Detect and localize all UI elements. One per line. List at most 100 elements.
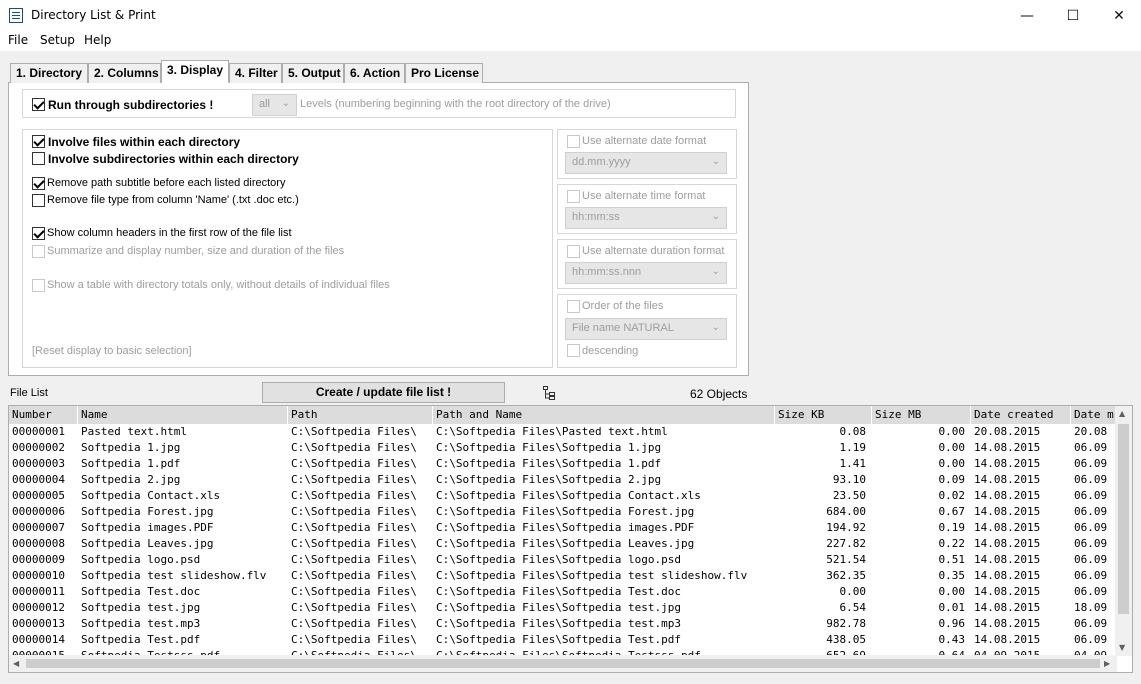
column-header[interactable]: Path and Name <box>433 406 775 424</box>
show-headers-checkbox[interactable] <box>32 227 45 240</box>
menu-setup[interactable]: Setup <box>40 33 75 47</box>
table-row[interactable]: 00000013 Softpedia test.mp3 C:\Softpedia F… <box>9 616 1117 632</box>
involve-files-checkbox[interactable] <box>32 135 45 148</box>
table-cell: 1.41 <box>839 457 867 470</box>
table-cell: 06.09 <box>1074 569 1108 582</box>
table-cell: 0.08 <box>839 425 867 438</box>
table-cell: 14.08.2015 <box>974 457 1041 470</box>
table-cell: 14.08.2015 <box>974 521 1041 534</box>
scroll-right-icon[interactable]: ▶ <box>1104 659 1110 668</box>
order-files-checkbox[interactable] <box>567 300 580 313</box>
table-row[interactable]: 00000008 Softpedia Leaves.jpg C:\Softpedia… <box>9 536 1117 552</box>
involve-files-label: Involve files within each directory <box>48 135 241 149</box>
tab-pro-license[interactable]: Pro License <box>405 63 483 83</box>
subdirectories-checkbox[interactable] <box>32 98 45 111</box>
vertical-scrollbar[interactable]: ▲ ▼ <box>1115 406 1132 656</box>
alternate-date-label: Use alternate date format <box>582 135 707 147</box>
levels-label: Levels (numbering beginning with the roo… <box>300 98 611 110</box>
table-cell: 982.78 <box>826 617 866 630</box>
involve-subdirs-checkbox[interactable] <box>32 152 45 165</box>
table-cell: Softpedia 2.jpg <box>81 473 181 486</box>
table-cell: 00000007 <box>12 521 65 534</box>
table-row[interactable]: 00000002 Softpedia 1.jpg C:\Softpedia File… <box>9 440 1117 456</box>
vertical-scroll-thumb[interactable] <box>1118 424 1129 614</box>
tab-action[interactable]: 6. Action <box>344 63 405 83</box>
menu-file[interactable]: File <box>8 33 28 47</box>
table-cell: 06.09 <box>1074 617 1108 630</box>
table-row[interactable]: 00000012 Softpedia test.jpg C:\Softpedia F… <box>9 600 1117 616</box>
tab-display[interactable]: 3. Display <box>161 60 229 83</box>
show-headers-label: Show column headers in the first row of … <box>47 227 292 239</box>
table-cell: C:\Softpedia Files\ <box>291 601 417 614</box>
table-cell: C:\Softpedia Files\ <box>291 441 417 454</box>
descending-checkbox[interactable] <box>567 344 580 357</box>
table-cell: C:\Softpedia Files\ <box>291 617 417 630</box>
horizontal-scrollbar[interactable]: ◀ ▶ <box>9 655 1117 672</box>
column-header[interactable]: Date created <box>971 406 1071 424</box>
tab-columns[interactable]: 2. Columns <box>88 63 161 83</box>
column-header[interactable]: Size KB <box>775 406 872 424</box>
alternate-time-label: Use alternate time format <box>582 190 706 202</box>
table-row[interactable]: 00000009 Softpedia logo.psd C:\Softpedia F… <box>9 552 1117 568</box>
date-format-dropdown[interactable]: dd.mm.yyyy ⌄ <box>565 152 727 174</box>
table-cell: 0.19 <box>938 521 966 534</box>
create-file-list-button[interactable]: Create / update file list ! <box>262 382 505 403</box>
grid-header: Number Name Path Path and Name Size KB Size M… <box>9 406 1117 424</box>
objects-count: 62 Objects <box>690 387 748 401</box>
close-button[interactable]: ✕ <box>1096 0 1141 31</box>
table-row[interactable]: 00000011 Softpedia Test.doc C:\Softpedia F… <box>9 584 1117 600</box>
table-cell: 00000008 <box>12 537 65 550</box>
table-cell: C:\Softpedia Files\Pasted text.html <box>436 425 668 438</box>
alternate-date-checkbox[interactable] <box>567 135 580 148</box>
menu-help[interactable]: Help <box>84 33 111 47</box>
scroll-down-icon[interactable]: ▼ <box>1119 643 1125 652</box>
column-header[interactable]: Date m <box>1071 406 1117 424</box>
column-header[interactable]: Name <box>78 406 288 424</box>
table-cell: 6.54 <box>839 601 867 614</box>
table-cell: 00000010 <box>12 569 65 582</box>
table-cell: 20.08 <box>1074 425 1108 438</box>
table-row[interactable]: 00000014 Softpedia Test.pdf C:\Softpedia F… <box>9 632 1117 648</box>
tab-directory[interactable]: 1. Directory <box>10 63 88 83</box>
minimize-button[interactable]: — <box>1004 0 1050 31</box>
maximize-button[interactable]: ☐ <box>1050 0 1096 31</box>
table-row[interactable]: 00000003 Softpedia 1.pdf C:\Softpedia File… <box>9 456 1117 472</box>
remove-file-type-checkbox[interactable] <box>32 194 45 207</box>
table-cell: 00000002 <box>12 441 65 454</box>
table-row[interactable]: 00000001 Pasted text.html C:\Softpedia Fil… <box>9 424 1117 440</box>
table-row[interactable]: 00000010 Softpedia test slideshow.flv C:\S… <box>9 568 1117 584</box>
order-value: File name NATURAL <box>572 322 674 334</box>
levels-dropdown[interactable]: all ⌄ <box>252 94 297 116</box>
subdirectories-label: Run through subdirectories ! <box>48 98 214 112</box>
column-header[interactable]: Number <box>9 406 78 424</box>
tab-filter[interactable]: 4. Filter <box>229 63 282 83</box>
table-cell: C:\Softpedia Files\Softpedia logo.psd <box>436 553 682 566</box>
tree-view-icon[interactable] <box>543 386 555 400</box>
order-dropdown[interactable]: File name NATURAL ⌄ <box>565 318 727 340</box>
scroll-left-icon[interactable]: ◀ <box>13 659 19 668</box>
table-row[interactable]: 00000006 Softpedia Forest.jpg C:\Softpedia… <box>9 504 1117 520</box>
table-cell: 14.08.2015 <box>974 633 1041 646</box>
horizontal-scroll-thumb[interactable] <box>26 659 1100 668</box>
alternate-time-checkbox[interactable] <box>567 190 580 203</box>
file-list-grid[interactable]: Number Name Path Path and Name Size KB Size M… <box>8 405 1133 673</box>
chevron-down-icon: ⌄ <box>711 156 720 167</box>
time-format-dropdown[interactable]: hh:mm:ss ⌄ <box>565 207 727 229</box>
column-header[interactable]: Path <box>288 406 433 424</box>
table-row[interactable]: 00000004 Softpedia 2.jpg C:\Softpedia File… <box>9 472 1117 488</box>
directory-totals-checkbox[interactable] <box>32 279 45 292</box>
summarize-checkbox[interactable] <box>32 245 45 258</box>
table-row[interactable]: 00000007 Softpedia images.PDF C:\Softpedia… <box>9 520 1117 536</box>
table-cell: Softpedia test.mp3 <box>81 617 201 630</box>
remove-path-subtitle-checkbox[interactable] <box>32 177 45 190</box>
alternate-duration-checkbox[interactable] <box>567 245 580 258</box>
table-cell: Softpedia Test.pdf <box>81 633 201 646</box>
table-cell: C:\Softpedia Files\ <box>291 537 417 550</box>
reset-display-link[interactable]: [Reset display to basic selection] <box>32 345 192 357</box>
duration-format-dropdown[interactable]: hh:mm:ss.nnn ⌄ <box>565 262 727 284</box>
column-header[interactable]: Size MB <box>872 406 971 424</box>
table-cell: 06.09 <box>1074 505 1108 518</box>
scroll-up-icon[interactable]: ▲ <box>1119 409 1125 418</box>
tab-output[interactable]: 5. Output <box>282 63 344 83</box>
table-row[interactable]: 00000005 Softpedia Contact.xls C:\Softpedi… <box>9 488 1117 504</box>
